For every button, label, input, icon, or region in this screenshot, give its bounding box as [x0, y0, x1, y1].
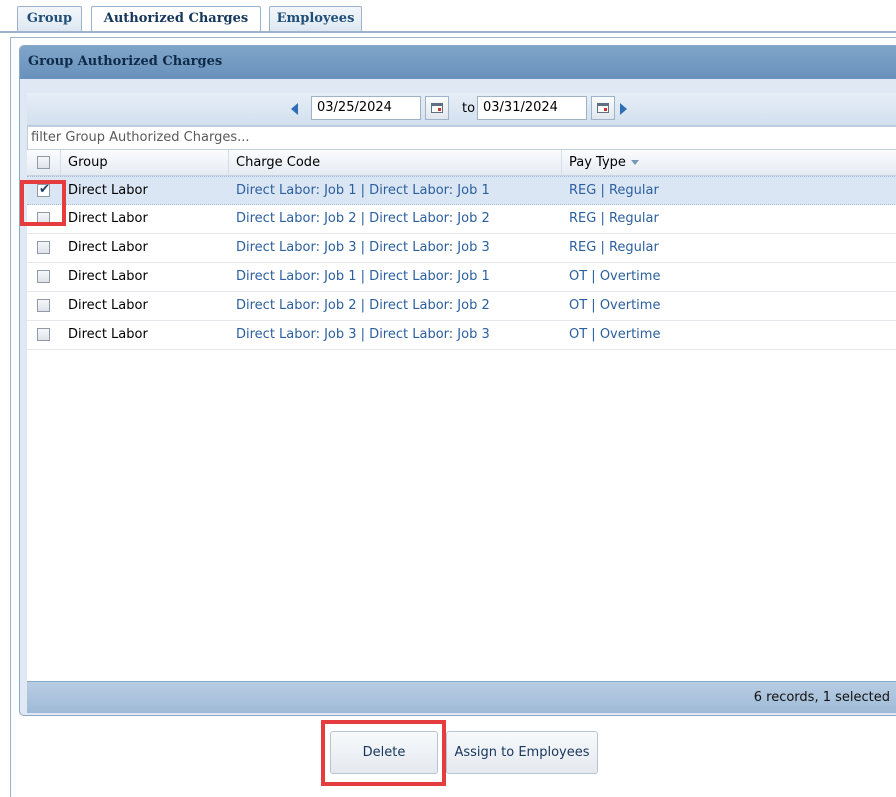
from-date-input[interactable]: 03/25/2024: [311, 96, 421, 120]
row-checkbox[interactable]: [37, 212, 50, 225]
cell-charge-code[interactable]: Direct Labor: Job 1 | Direct Labor: Job …: [236, 177, 490, 205]
assign-to-employees-button[interactable]: Assign to Employees: [446, 731, 598, 774]
cell-pay-type[interactable]: REG | Regular: [569, 234, 659, 262]
cell-pay-type[interactable]: REG | Regular: [569, 205, 659, 233]
table-row[interactable]: ✔ Direct Labor Direct Labor: Job 1 | Direc…: [27, 176, 896, 205]
calendar-icon: [431, 103, 443, 113]
cell-charge-code[interactable]: Direct Labor: Job 2 | Direct Labor: Job …: [236, 292, 490, 320]
to-date-calendar-button[interactable]: [591, 96, 615, 120]
row-checkbox[interactable]: [37, 270, 50, 283]
select-all-column: [27, 150, 61, 175]
record-count: 6 records, 1 selected: [753, 690, 890, 705]
row-checkbox[interactable]: [37, 299, 50, 312]
tab-employees[interactable]: Employees: [269, 6, 362, 32]
cell-group: Direct Labor: [68, 298, 148, 313]
grid-status-bar: 6 records, 1 selected: [27, 681, 896, 713]
cell-group: Direct Labor: [68, 183, 148, 198]
cell-charge-code[interactable]: Direct Labor: Job 1 | Direct Labor: Job …: [236, 263, 490, 291]
cell-group: Direct Labor: [68, 269, 148, 284]
cell-pay-type[interactable]: OT | Overtime: [569, 292, 660, 320]
cell-pay-type[interactable]: REG | Regular: [569, 177, 659, 205]
row-checkbox[interactable]: [37, 241, 50, 254]
from-date-calendar-button[interactable]: [425, 96, 449, 120]
row-checkbox[interactable]: [37, 328, 50, 341]
column-header-charge-code[interactable]: Charge Code: [229, 150, 562, 175]
tab-divider: [0, 31, 896, 33]
column-header-pay-type[interactable]: Pay Type: [562, 150, 896, 175]
table-row[interactable]: Direct Labor Direct Labor: Job 1 | Direct…: [27, 263, 896, 292]
calendar-icon: [597, 103, 609, 113]
table-row[interactable]: Direct Labor Direct Labor: Job 2 | Direct…: [27, 292, 896, 321]
delete-button[interactable]: Delete: [330, 731, 438, 774]
cell-charge-code[interactable]: Direct Labor: Job 3 | Direct Labor: Job …: [236, 234, 490, 262]
tab-authorized-charges[interactable]: Authorized Charges: [91, 6, 261, 33]
select-all-checkbox[interactable]: [37, 156, 50, 169]
filter-input[interactable]: filter Group Authorized Charges...: [27, 126, 896, 150]
column-header-pay-type-label: Pay Type: [569, 155, 626, 170]
cell-pay-type[interactable]: OT | Overtime: [569, 263, 660, 291]
row-checkbox[interactable]: ✔: [37, 182, 50, 197]
cell-group: Direct Labor: [68, 327, 148, 342]
column-header-group[interactable]: Group: [61, 150, 229, 175]
date-range-toolbar: 03/25/2024 to 03/31/2024: [27, 93, 896, 126]
cell-pay-type[interactable]: OT | Overtime: [569, 321, 660, 349]
panel-title: Group Authorized Charges: [20, 46, 896, 79]
to-label: to: [462, 101, 476, 116]
sort-descending-icon: [630, 160, 639, 165]
tab-bar: Group Authorized Charges Employees: [0, 0, 896, 33]
table-row[interactable]: Direct Labor Direct Labor: Job 2 | Direct…: [27, 205, 896, 234]
table-row[interactable]: Direct Labor Direct Labor: Job 3 | Direct…: [27, 234, 896, 263]
tab-group[interactable]: Group: [17, 6, 82, 32]
authorized-charges-panel: Group Authorized Charges 03/25/2024 to 0…: [19, 45, 896, 716]
previous-week-icon[interactable]: [291, 103, 298, 115]
cell-group: Direct Labor: [68, 240, 148, 255]
checkmark-icon: ✔: [39, 182, 50, 197]
cell-charge-code[interactable]: Direct Labor: Job 2 | Direct Labor: Job …: [236, 205, 490, 233]
cell-group: Direct Labor: [68, 211, 148, 226]
to-date-input[interactable]: 03/31/2024: [477, 96, 587, 120]
table-row[interactable]: Direct Labor Direct Labor: Job 3 | Direct…: [27, 321, 896, 350]
next-week-icon[interactable]: [620, 103, 627, 115]
charges-grid: Group Charge Code Pay Type ✔ Direct Labor…: [27, 150, 896, 681]
cell-charge-code[interactable]: Direct Labor: Job 3 | Direct Labor: Job …: [236, 321, 490, 349]
grid-header: Group Charge Code Pay Type: [27, 150, 896, 176]
